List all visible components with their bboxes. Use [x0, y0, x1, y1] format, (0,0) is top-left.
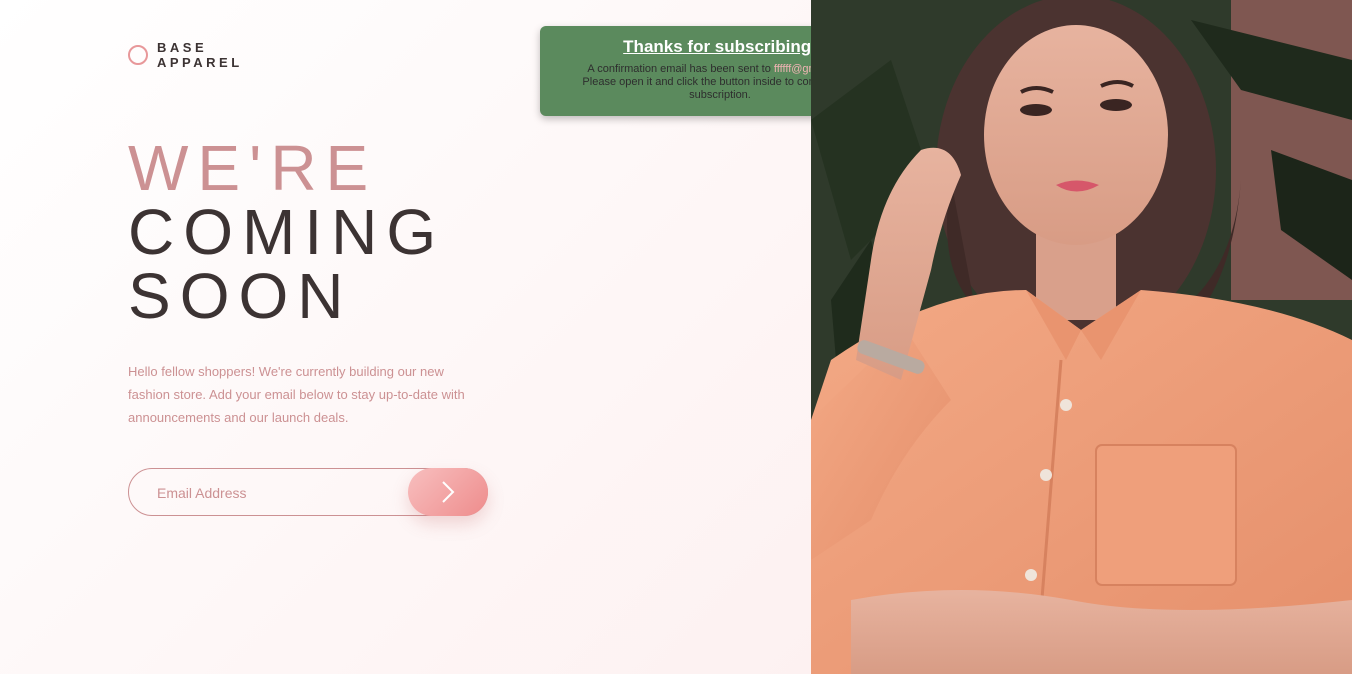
logo-text-line2: APPAREL: [157, 55, 243, 70]
toast-body-prefix: A confirmation email has been sent to: [587, 63, 774, 75]
headline-line2: COMING: [128, 196, 446, 268]
intro-text: Hello fellow shoppers! We're currently b…: [128, 364, 465, 425]
email-input[interactable]: [155, 469, 409, 517]
submit-button[interactable]: [408, 468, 488, 516]
headline-line1: WE'RE: [128, 132, 378, 204]
logo-text-line1: BASE: [157, 40, 208, 55]
hero-illustration: [811, 0, 1352, 674]
logo-text: BASE APPAREL: [157, 40, 243, 70]
arrow-right-icon: [442, 481, 455, 503]
headline: WE'RE COMING SOON: [128, 136, 445, 328]
hero-image: [811, 0, 1352, 674]
subscribe-form: [128, 468, 488, 517]
headline-line3: SOON: [128, 260, 353, 332]
logo-circle-icon: [128, 45, 148, 65]
logo: BASE APPAREL: [128, 40, 243, 70]
